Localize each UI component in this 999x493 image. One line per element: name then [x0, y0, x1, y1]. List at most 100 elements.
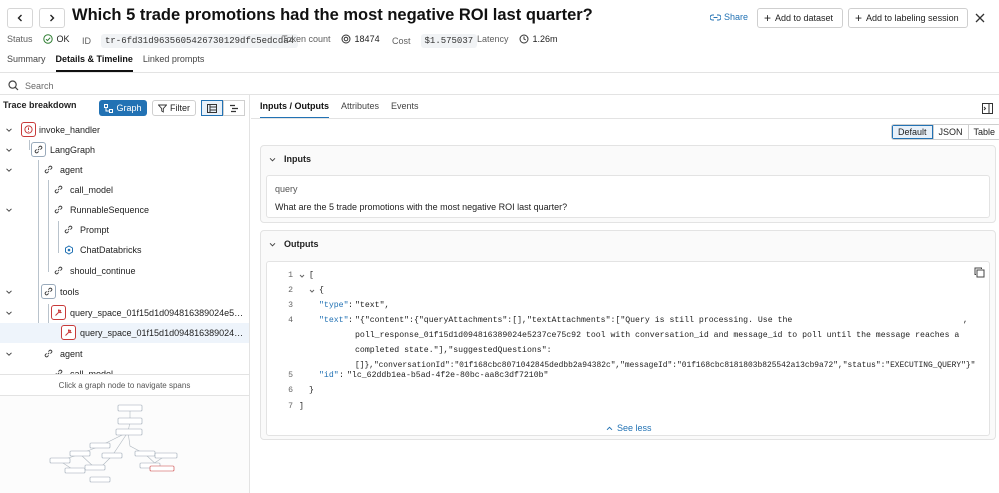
span-row[interactable]: should_continue — [0, 261, 249, 281]
view-default-option[interactable]: Default — [892, 125, 933, 139]
chevron-down-icon[interactable] — [5, 126, 13, 134]
span-tree: invoke_handler LangGraph agent call_mode… — [0, 120, 249, 374]
previous-button[interactable] — [7, 8, 33, 28]
input-key: query — [275, 184, 298, 194]
timeline-icon — [230, 104, 238, 112]
tab-details-timeline[interactable]: Details & Timeline — [55, 54, 133, 72]
cost-group: Cost $1.575037 — [392, 34, 478, 48]
inputs-title: Inputs — [284, 154, 311, 164]
chain-icon — [61, 222, 76, 237]
trace-id-value[interactable]: tr-6fd31d9635605426730129dfc5edcda4 — [101, 34, 299, 48]
tree-view-toggle[interactable] — [201, 100, 223, 116]
line-number: 5 — [288, 371, 293, 380]
span-row[interactable]: call_model — [0, 364, 249, 374]
collapse-panel-icon[interactable] — [982, 103, 993, 114]
tab-linked-prompts[interactable]: Linked prompts — [143, 54, 205, 72]
chevron-down-icon[interactable] — [5, 350, 13, 358]
filter-label: Filter — [170, 103, 190, 113]
chain-icon — [51, 366, 66, 374]
cost-value: $1.575037 — [420, 34, 478, 48]
chevron-down-icon[interactable] — [269, 156, 276, 163]
id-group: ID tr-6fd31d9635605426730129dfc5edcda4 — [82, 34, 299, 48]
filter-button[interactable]: Filter — [152, 100, 196, 116]
span-row[interactable]: invoke_handler — [0, 120, 249, 140]
link-icon — [710, 13, 721, 21]
json-value: []},"conversationId":"01f168cbc807104284… — [355, 361, 976, 370]
chevron-down-icon[interactable] — [269, 241, 276, 248]
chevron-down-icon[interactable] — [5, 309, 13, 317]
latency-group: Latency 1.26m — [477, 34, 558, 44]
tab-attributes[interactable]: Attributes — [341, 101, 379, 119]
chain-icon — [51, 182, 66, 197]
inputs-header[interactable]: Inputs — [269, 154, 311, 164]
status-label: Status — [7, 34, 33, 44]
json-value: "lc_62ddb1ea-b5ad-4f2e-80bc-aa8c3df7210b… — [347, 371, 549, 380]
trace-breakdown-title: Trace breakdown — [3, 100, 77, 110]
graph-view-button[interactable]: Graph — [99, 100, 147, 116]
copy-icon[interactable] — [974, 267, 985, 278]
span-label: call_model — [70, 185, 114, 195]
add-to-dataset-button[interactable]: + Add to dataset — [757, 8, 843, 28]
span-row[interactable]: agent — [0, 160, 249, 180]
span-label: query_space_01f15d1d094816389024e... — [80, 328, 246, 338]
span-label: Prompt — [80, 225, 110, 235]
json-line: ] — [299, 402, 304, 411]
span-row[interactable]: agent — [0, 344, 249, 364]
span-row[interactable]: query_space_01f15d1d094816389024e52... — [0, 303, 249, 323]
timeline-view-toggle[interactable] — [223, 100, 245, 116]
chevron-down-icon[interactable] — [5, 206, 13, 214]
chevron-up-icon — [606, 426, 613, 430]
outputs-title: Outputs — [284, 239, 319, 249]
tab-events[interactable]: Events — [391, 101, 419, 119]
search-input[interactable]: Search — [25, 81, 54, 91]
line-number: 2 — [288, 286, 293, 295]
chain-icon — [41, 346, 56, 361]
span-row[interactable]: ChatDatabricks — [0, 240, 249, 260]
chain-icon — [51, 202, 66, 217]
span-row[interactable]: tools — [0, 282, 249, 302]
span-label: agent — [60, 165, 83, 175]
span-label: tools — [60, 287, 80, 297]
close-icon[interactable] — [973, 11, 987, 25]
next-button[interactable] — [39, 8, 65, 28]
tab-summary[interactable]: Summary — [7, 54, 46, 72]
filter-icon — [158, 104, 167, 113]
span-label: RunnableSequence — [70, 205, 150, 215]
chevron-right-icon — [50, 14, 55, 22]
list-tree-icon — [207, 103, 217, 113]
graph-minimap[interactable] — [0, 396, 249, 493]
span-label: should_continue — [70, 266, 136, 276]
outputs-section: Outputs 1 2 3 4 5 6 7 [ { "type" : "text… — [260, 230, 996, 440]
chevron-down-icon[interactable] — [5, 288, 13, 296]
chevron-down-icon[interactable] — [5, 146, 13, 154]
fold-chevron-icon[interactable] — [309, 288, 315, 294]
json-value: , — [963, 316, 968, 325]
chevron-down-icon[interactable] — [5, 166, 13, 174]
llm-icon — [61, 242, 76, 257]
json-line: { — [319, 286, 324, 295]
check-circle-icon — [42, 34, 53, 44]
chain-icon — [51, 263, 66, 278]
outputs-header[interactable]: Outputs — [269, 239, 319, 249]
span-row[interactable]: Prompt — [0, 220, 249, 240]
add-to-labeling-session-button[interactable]: + Add to labeling session — [848, 8, 968, 28]
token-count-group: Token count 18474 — [282, 34, 380, 44]
see-less-link[interactable]: See less — [606, 423, 652, 433]
latency-label: Latency — [477, 34, 509, 44]
span-label: invoke_handler — [39, 125, 101, 135]
view-json-option[interactable]: JSON — [932, 125, 968, 139]
span-row[interactable]: RunnableSequence — [0, 200, 249, 220]
share-link[interactable]: Share — [710, 12, 748, 22]
json-key: "id" — [319, 371, 339, 380]
span-row-selected[interactable]: query_space_01f15d1d094816389024e... — [0, 323, 249, 343]
error-span-icon — [21, 122, 36, 137]
tab-inputs-outputs[interactable]: Inputs / Outputs — [260, 101, 329, 119]
detail-tabs: Inputs / Outputs Attributes Events — [260, 101, 419, 119]
latency-value: 1.26m — [532, 34, 558, 44]
fold-chevron-icon[interactable] — [299, 273, 305, 279]
search-bar[interactable]: Search — [0, 77, 999, 94]
span-row[interactable]: call_model — [0, 180, 249, 200]
token-count-value: 18474 — [354, 34, 380, 44]
view-table-option[interactable]: Table — [967, 125, 999, 139]
span-row[interactable]: LangGraph — [0, 140, 249, 160]
